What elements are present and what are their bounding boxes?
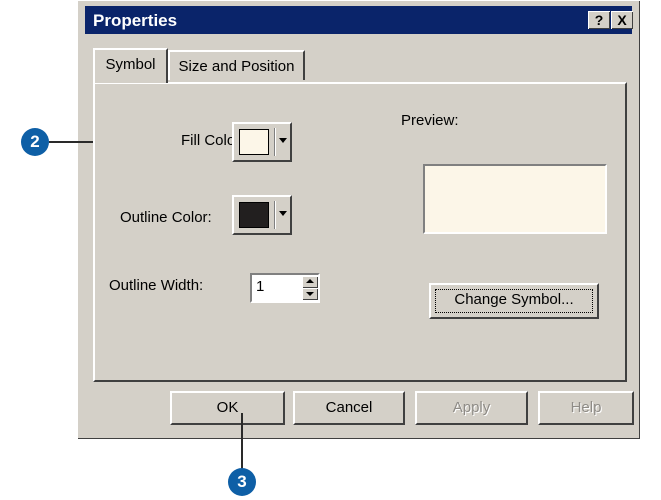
help-button[interactable]: Help [538, 391, 634, 425]
tab-size-and-position[interactable]: Size and Position [168, 50, 305, 80]
callout-line [241, 413, 243, 469]
callout-3-number: 3 [237, 472, 247, 491]
fill-color-picker[interactable] [232, 122, 292, 162]
callout-badge: 2 [21, 128, 49, 156]
arrow-down-icon [306, 292, 314, 296]
question-icon: ? [594, 12, 604, 28]
ok-button[interactable]: OK [170, 391, 285, 425]
change-symbol-button[interactable]: Change Symbol... [429, 283, 599, 319]
callout-badge: 3 [228, 468, 256, 496]
help-title-button[interactable]: ? [588, 11, 610, 29]
ok-label: OK [216, 399, 239, 416]
dropdown-separator [274, 128, 276, 156]
chevron-down-icon [279, 211, 287, 216]
outline-width-label: Outline Width: [109, 277, 204, 294]
focus-indicator [435, 289, 593, 313]
window-title: Properties [93, 11, 178, 30]
outline-width-value: 1 [256, 278, 265, 295]
apply-button[interactable]: Apply [415, 391, 528, 425]
symbol-preview [423, 164, 607, 234]
dropdown-separator [274, 201, 276, 229]
fill-color-swatch [239, 129, 269, 155]
close-icon: X [617, 12, 627, 28]
arrow-up-icon [306, 279, 314, 283]
spin-down-button[interactable] [302, 288, 318, 300]
outline-width-spinner[interactable]: 1 [250, 273, 320, 303]
properties-dialog: Properties ? X Symbol Size and Position … [77, 0, 640, 439]
tab-symbol[interactable]: Symbol [93, 48, 168, 83]
spin-up-button[interactable] [302, 276, 318, 288]
title-bar: Properties ? X [85, 6, 633, 34]
apply-label: Apply [452, 399, 491, 416]
close-title-button[interactable]: X [611, 11, 633, 29]
tab-size-and-position-label: Size and Position [178, 58, 295, 75]
outline-color-label: Outline Color: [120, 209, 212, 226]
callout-2-number: 2 [30, 132, 40, 151]
help-label: Help [570, 399, 602, 416]
outline-color-picker[interactable] [232, 195, 292, 235]
symbol-tab-panel: Fill Color: Outline Color: Outline Width… [93, 82, 627, 382]
preview-label: Preview: [401, 112, 459, 129]
outline-color-swatch [239, 202, 269, 228]
tab-symbol-label: Symbol [105, 56, 156, 73]
cancel-label: Cancel [325, 399, 373, 416]
cancel-button[interactable]: Cancel [293, 391, 405, 425]
chevron-down-icon [279, 138, 287, 143]
